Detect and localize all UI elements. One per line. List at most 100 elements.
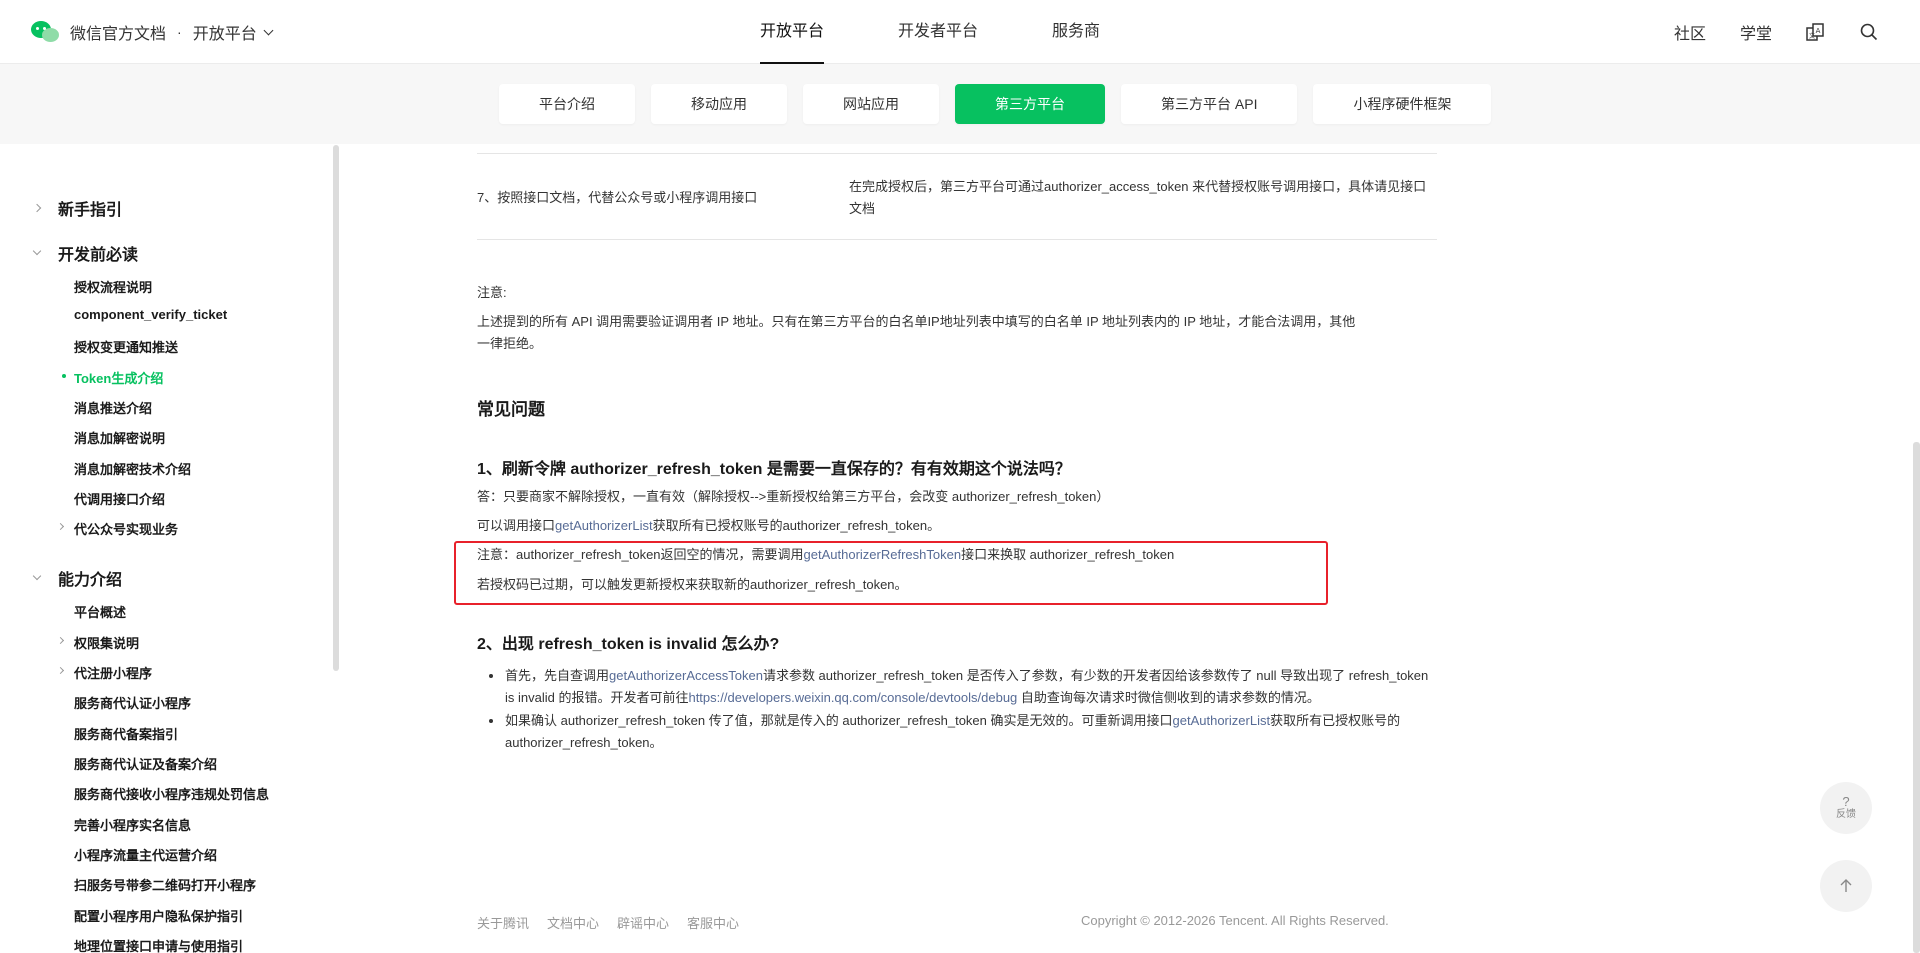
brand[interactable]: 微信官方文档 · 开放平台 — [30, 18, 274, 46]
text-span: 可以调用接口 — [477, 518, 556, 533]
sidebar-item-proxy-filing[interactable]: 服务商代备案指引 — [74, 724, 178, 743]
svg-text:文: 文 — [1809, 32, 1815, 40]
sidebar-group-label: 能力介绍 — [58, 572, 123, 589]
sidebar-scrollbar[interactable] — [333, 145, 339, 671]
footer-links: 关于腾讯 文档中心 辟谣中心 客服中心 — [477, 913, 757, 932]
subtab-mobile-app[interactable]: 移动应用 — [651, 84, 787, 124]
platform-switcher[interactable]: 开放平台 — [192, 20, 274, 44]
sidebar-item-label: 权限集说明 — [74, 636, 140, 651]
sidebar-item-proxy-register[interactable]: 代注册小程序 — [56, 663, 153, 682]
sidebar-item-verify-ticket[interactable]: component_verify_ticket — [74, 307, 227, 322]
sidebar-item-qr-open[interactable]: 扫服务号带参二维码打开小程序 — [74, 875, 256, 894]
note-text: 上述提到的所有 API 调用需要验证调用者 IP 地址。只有在第三方平台的白名单… — [477, 311, 1437, 355]
faq-question-1: 1、刷新令牌 authorizer_refresh_token 是需要一直保存的… — [477, 461, 1071, 478]
sidebar-item-label: 代公众号实现业务 — [74, 522, 179, 537]
sidebar-item-token-intro[interactable]: Token生成介绍 — [62, 368, 164, 387]
devtools-debug-link[interactable]: https://developers.weixin.qq.com/console… — [688, 690, 1017, 705]
sidebar-group-ability[interactable]: 能力介绍 — [32, 566, 123, 590]
table-cell-desc: 在完成授权后，第三方平台可通过authorizer_access_token 来… — [849, 179, 1427, 216]
sidebar-item-auth-flow[interactable]: 授权流程说明 — [74, 277, 152, 296]
sidebar-item-overview[interactable]: 平台概述 — [74, 602, 126, 621]
back-to-top-button[interactable] — [1820, 860, 1872, 912]
chevron-down-icon — [263, 25, 274, 35]
wechat-logo-icon — [30, 19, 62, 45]
text-span: 如果确认 authorizer_refresh_token 传了值，那就是传入的… — [505, 713, 1173, 728]
faq-answer-1: 答：只要商家不解除授权，一直有效（解除授权-->重新授权给第三方平台，会改变 a… — [477, 489, 1110, 504]
sidebar-item-auth-change-push[interactable]: 授权变更通知推送 — [74, 337, 178, 356]
sidebar-item-privacy[interactable]: 配置小程序用户隐私保护指引 — [74, 906, 243, 925]
faq-note-line2: 若授权码已过期，可以触发更新授权来获取新的authorizer_refresh_… — [477, 577, 908, 592]
get-authorizer-access-token-link[interactable]: getAuthorizerAccessToken — [609, 668, 763, 683]
translate-icon[interactable]: A 文 — [1804, 21, 1826, 43]
arrow-up-icon — [1840, 879, 1852, 892]
faq-answer-2-list: 首先，先自查调用getAuthorizerAccessToken请求参数 aut… — [477, 665, 1439, 755]
note-line-2: 一律拒绝。 — [477, 336, 543, 351]
footer-link-support[interactable]: 客服中心 — [687, 913, 739, 932]
subtab-hardware-framework[interactable]: 小程序硬件框架 — [1313, 84, 1492, 124]
sidebar-item-certify-filing[interactable]: 服务商代认证及备案介绍 — [74, 754, 217, 773]
community-link[interactable]: 社区 — [1674, 20, 1706, 44]
get-authorizer-list-link[interactable]: getAuthorizerList — [555, 518, 653, 533]
sidebar-item-location-api[interactable]: 地理位置接口申请与使用指引 — [74, 936, 243, 953]
top-navbar: 微信官方文档 · 开放平台 开放平台 开发者平台 服务商 社区 学堂 A 文 — [0, 0, 1920, 64]
note-title: 注意: — [477, 285, 507, 300]
sidebar-group-prereading[interactable]: 开发前必读 — [32, 241, 139, 265]
sidebar-item-label: Token生成介绍 — [74, 371, 164, 386]
subtab-website-app[interactable]: 网站应用 — [803, 84, 939, 124]
footer-link-docs[interactable]: 文档中心 — [547, 913, 599, 932]
list-item: 首先，先自查调用getAuthorizerAccessToken请求参数 aut… — [477, 665, 1439, 709]
footer-link-about[interactable]: 关于腾讯 — [477, 913, 529, 932]
sidebar-item-permissions[interactable]: 权限集说明 — [56, 633, 140, 652]
nav-right: 社区 学堂 A 文 — [1640, 0, 1880, 64]
tab-developer-platform[interactable]: 开发者平台 — [898, 0, 978, 64]
faq-heading: 常见问题 — [477, 400, 545, 419]
text-span: 接口来换取 authorizer_refresh_token — [961, 547, 1175, 562]
copyright: Copyright © 2012-2026 Tencent. All Right… — [1081, 913, 1389, 928]
chevron-right-icon — [32, 203, 42, 213]
brand-separator: · — [177, 24, 182, 40]
footer-link-rumor[interactable]: 辟谣中心 — [617, 913, 669, 932]
faq-note: 注意：authorizer_refresh_token返回空的情况，需要调用ge… — [477, 544, 1174, 566]
text-span: 首先，先自查调用 — [505, 668, 610, 683]
sidebar-item-message-push[interactable]: 消息推送介绍 — [74, 398, 152, 417]
subtab-platform-intro[interactable]: 平台介绍 — [499, 84, 635, 124]
get-authorizer-refresh-token-link[interactable]: getAuthorizerRefreshToken — [804, 547, 962, 562]
main-tabs: 开放平台 开发者平台 服务商 — [760, 0, 1174, 64]
subtab-third-party-api[interactable]: 第三方平台 API — [1121, 84, 1298, 124]
platform-label: 开放平台 — [192, 26, 257, 43]
sidebar-item-proxy-business[interactable]: 代公众号实现业务 — [56, 519, 179, 538]
sidebar-item-proxy-certify[interactable]: 服务商代认证小程序 — [74, 693, 191, 712]
table-divider — [477, 153, 1437, 154]
brand-title[interactable]: 微信官方文档 — [70, 20, 166, 44]
sidebar-item-message-crypto[interactable]: 消息加解密说明 — [74, 428, 165, 447]
faq-answer-1-line2: 可以调用接口getAuthorizerList获取所有已授权账号的authori… — [477, 515, 940, 537]
sidebar-item-realname[interactable]: 完善小程序实名信息 — [74, 815, 191, 834]
sidebar-group-label: 开发前必读 — [58, 247, 139, 264]
get-authorizer-list-link[interactable]: getAuthorizerList — [1173, 713, 1271, 728]
tab-open-platform[interactable]: 开放平台 — [760, 0, 825, 64]
sub-navbar: 平台介绍 移动应用 网站应用 第三方平台 第三方平台 API 小程序硬件框架 — [0, 64, 1920, 144]
sidebar-item-ad-ops[interactable]: 小程序流量主代运营介绍 — [74, 845, 217, 864]
tab-service-provider[interactable]: 服务商 — [1052, 0, 1100, 64]
svg-text:A: A — [1816, 27, 1821, 35]
sidebar-item-violation-info[interactable]: 服务商代接收小程序违规处罚信息 — [74, 784, 269, 803]
academy-link[interactable]: 学堂 — [1740, 20, 1772, 44]
sub-tabs: 平台介绍 移动应用 网站应用 第三方平台 第三方平台 API 小程序硬件框架 — [499, 84, 1507, 124]
table-cell-step: 7、按照接口文档，代替公众号或小程序调用接口 — [477, 190, 758, 205]
feedback-button[interactable]: ? 反馈 — [1820, 782, 1872, 834]
sidebar-item-proxy-api[interactable]: 代调用接口介绍 — [74, 489, 165, 508]
sidebar-group-beginner[interactable]: 新手指引 — [32, 196, 123, 220]
subtab-third-party[interactable]: 第三方平台 — [955, 84, 1105, 124]
table-divider — [477, 239, 1437, 240]
text-span: 注意：authorizer_refresh_token返回空的情况，需要调用 — [477, 547, 804, 562]
sidebar-group-label: 新手指引 — [58, 202, 123, 219]
chevron-down-icon — [32, 571, 42, 581]
sidebar-item-label: 代注册小程序 — [74, 666, 153, 681]
note-line-1: 上述提到的所有 API 调用需要验证调用者 IP 地址。只有在第三方平台的白名单… — [477, 314, 1356, 329]
page-scrollbar[interactable] — [1913, 442, 1920, 953]
sidebar-item-crypto-tech[interactable]: 消息加解密技术介绍 — [74, 459, 191, 478]
feedback-label: 反馈 — [1836, 809, 1856, 820]
text-span: 获取所有已授权账号的authorizer_refresh_token。 — [652, 518, 941, 533]
chevron-down-icon — [32, 246, 42, 256]
search-icon[interactable] — [1858, 21, 1880, 43]
